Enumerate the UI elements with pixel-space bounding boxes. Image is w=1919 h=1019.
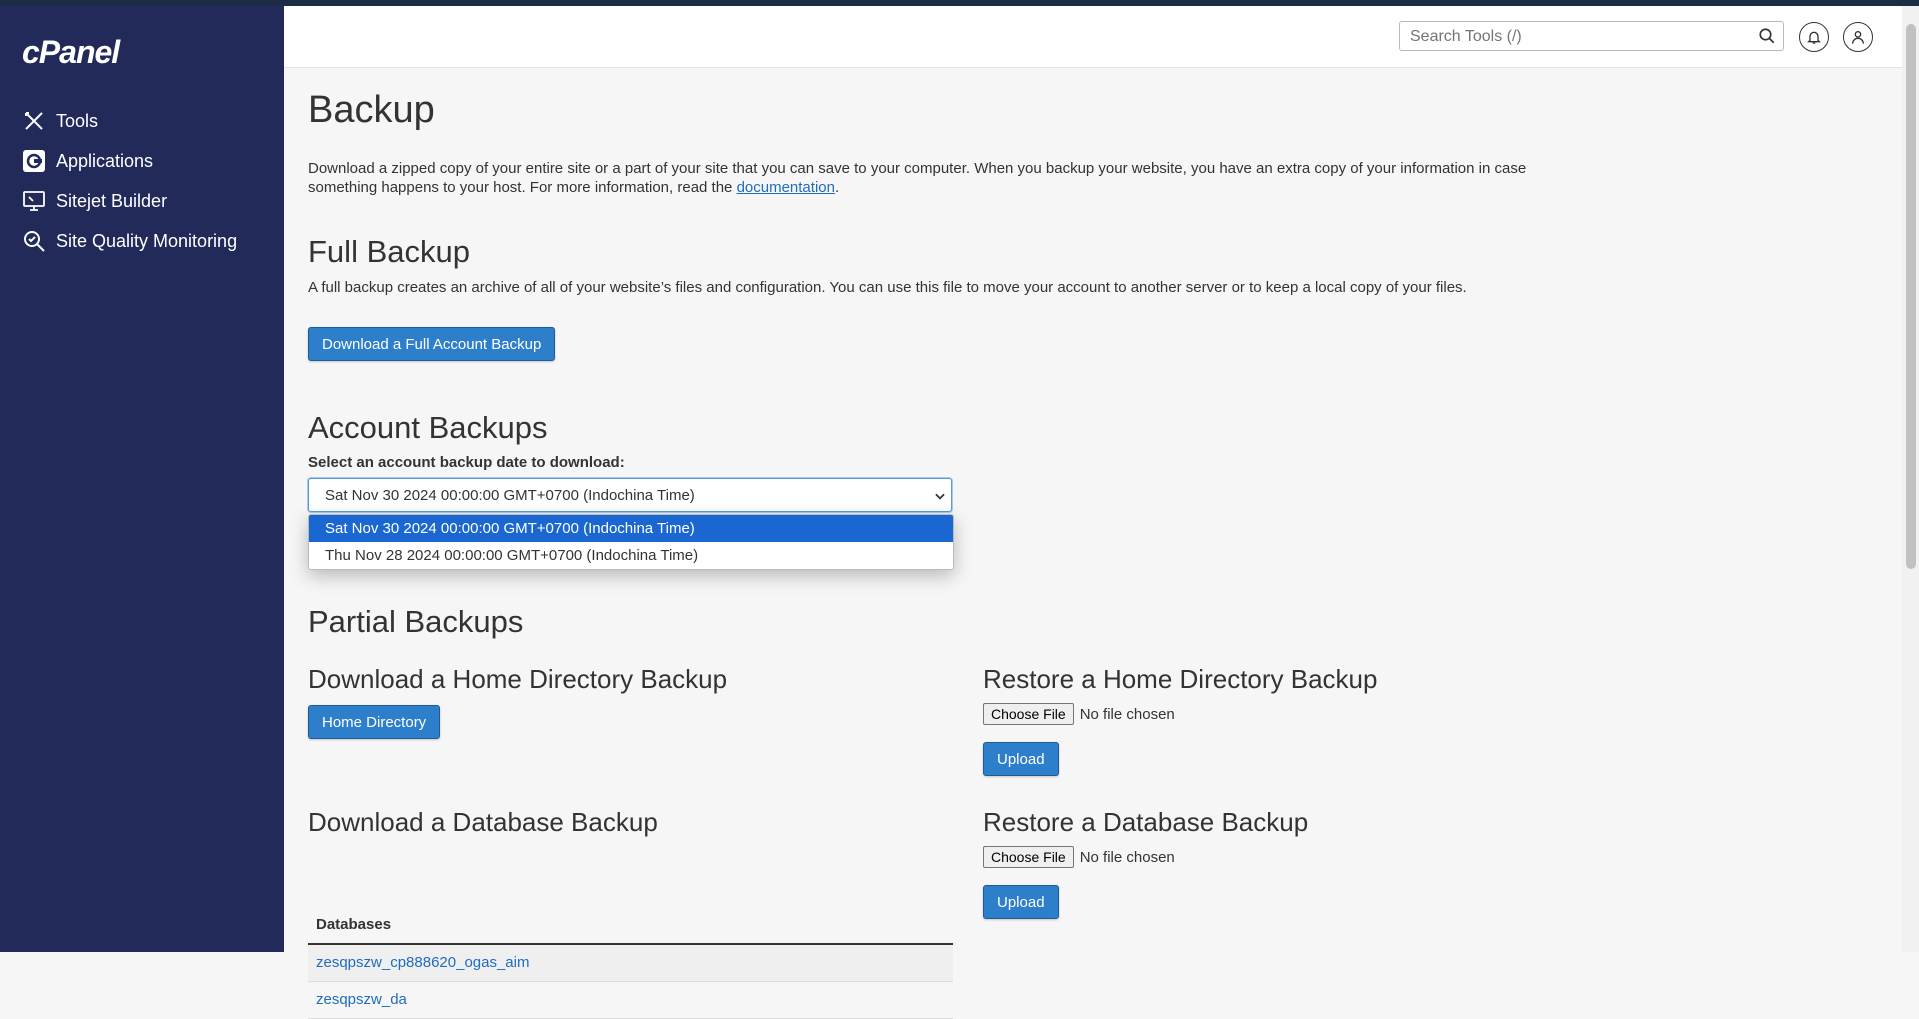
database-link[interactable]: zesqpszw_cp888620_ogas_aim — [316, 954, 529, 971]
sidebar-item-label: Site Quality Monitoring — [56, 230, 238, 251]
page-title: Backup — [308, 89, 435, 131]
bell-icon — [1807, 31, 1821, 44]
db-file-picker: Choose File No file chosen — [983, 846, 1175, 868]
dropdown-option[interactable]: Sat Nov 30 2024 00:00:00 GMT+0700 (Indoc… — [309, 515, 953, 542]
notifications-button[interactable] — [1799, 22, 1829, 52]
partial-backups-heading: Partial Backups — [308, 604, 524, 639]
home-file-picker: Choose File No file chosen — [983, 703, 1175, 725]
databases-table: Databases zesqpszw_cp888620_ogas_aim zes… — [308, 907, 953, 1019]
home-directory-button[interactable]: Home Directory — [308, 705, 441, 739]
tools-icon — [22, 109, 46, 133]
sidebar-item-sitejet[interactable]: Sitejet Builder — [22, 181, 282, 221]
choose-file-button[interactable]: Choose File — [983, 846, 1074, 868]
account-backups-heading: Account Backups — [308, 410, 548, 445]
applications-icon — [22, 149, 46, 173]
cpanel-logo[interactable]: cPanel — [22, 34, 120, 71]
top-header — [284, 6, 1902, 68]
backup-date-select[interactable]: Sat Nov 30 2024 00:00:00 GMT+0700 (Indoc… — [308, 478, 952, 512]
backup-date-label: Select an account backup date to downloa… — [308, 454, 625, 471]
dropdown-option[interactable]: Thu Nov 28 2024 00:00:00 GMT+0700 (Indoc… — [309, 542, 953, 569]
database-link[interactable]: zesqpszw_da — [316, 991, 407, 1008]
search-input[interactable] — [1408, 23, 1752, 51]
db-upload-button[interactable]: Upload — [983, 885, 1059, 919]
no-file-text: No file chosen — [1079, 848, 1175, 866]
sidebar-item-applications[interactable]: Applications — [22, 141, 282, 181]
sidebar-item-label: Applications — [56, 150, 154, 171]
intro-text-part: Download a zipped copy of your entire si… — [308, 160, 1527, 196]
no-file-text: No file chosen — [1079, 705, 1175, 723]
scrollbar-thumb[interactable] — [1906, 24, 1916, 569]
db-download-heading: Download a Database Backup — [308, 807, 658, 837]
user-icon — [1852, 31, 1864, 44]
full-backup-heading: Full Backup — [308, 234, 470, 269]
table-row: zesqpszw_da — [308, 982, 953, 1019]
backup-date-dropdown: Sat Nov 30 2024 00:00:00 GMT+0700 (Indoc… — [308, 514, 954, 570]
choose-file-button[interactable]: Choose File — [983, 703, 1074, 725]
sidebar-nav: Tools Applications Sitejet Builder Site … — [22, 101, 282, 261]
intro-text-end: . — [834, 179, 840, 196]
search-icon[interactable] — [1758, 27, 1776, 45]
db-restore-heading: Restore a Database Backup — [983, 807, 1309, 837]
documentation-link[interactable]: documentation — [737, 179, 835, 196]
sidebar-item-tools[interactable]: Tools — [22, 101, 282, 141]
table-row: zesqpszw_cp888620_ogas_aim — [308, 945, 953, 982]
table-header: Databases — [308, 907, 953, 945]
home-upload-button[interactable]: Upload — [983, 742, 1059, 776]
sidebar-item-label: Sitejet Builder — [56, 190, 168, 211]
user-menu-button[interactable] — [1843, 22, 1873, 52]
download-full-backup-button[interactable]: Download a Full Account Backup — [308, 327, 556, 361]
search-box — [1399, 21, 1784, 51]
sidebar-item-site-quality[interactable]: Site Quality Monitoring — [22, 221, 282, 261]
sidebar-item-label: Tools — [56, 110, 99, 131]
select-value: Sat Nov 30 2024 00:00:00 GMT+0700 (Indoc… — [325, 487, 695, 504]
chevron-down-icon — [935, 493, 945, 500]
intro-text: Download a zipped copy of your entire si… — [308, 159, 1598, 197]
home-download-heading: Download a Home Directory Backup — [308, 664, 728, 694]
sidebar: cPanel Tools Applications Sitejet Builde… — [0, 6, 284, 952]
site-quality-icon — [22, 229, 46, 253]
sitejet-icon — [22, 189, 46, 213]
full-backup-description: A full backup creates an archive of all … — [308, 279, 1467, 296]
home-restore-heading: Restore a Home Directory Backup — [983, 664, 1378, 694]
